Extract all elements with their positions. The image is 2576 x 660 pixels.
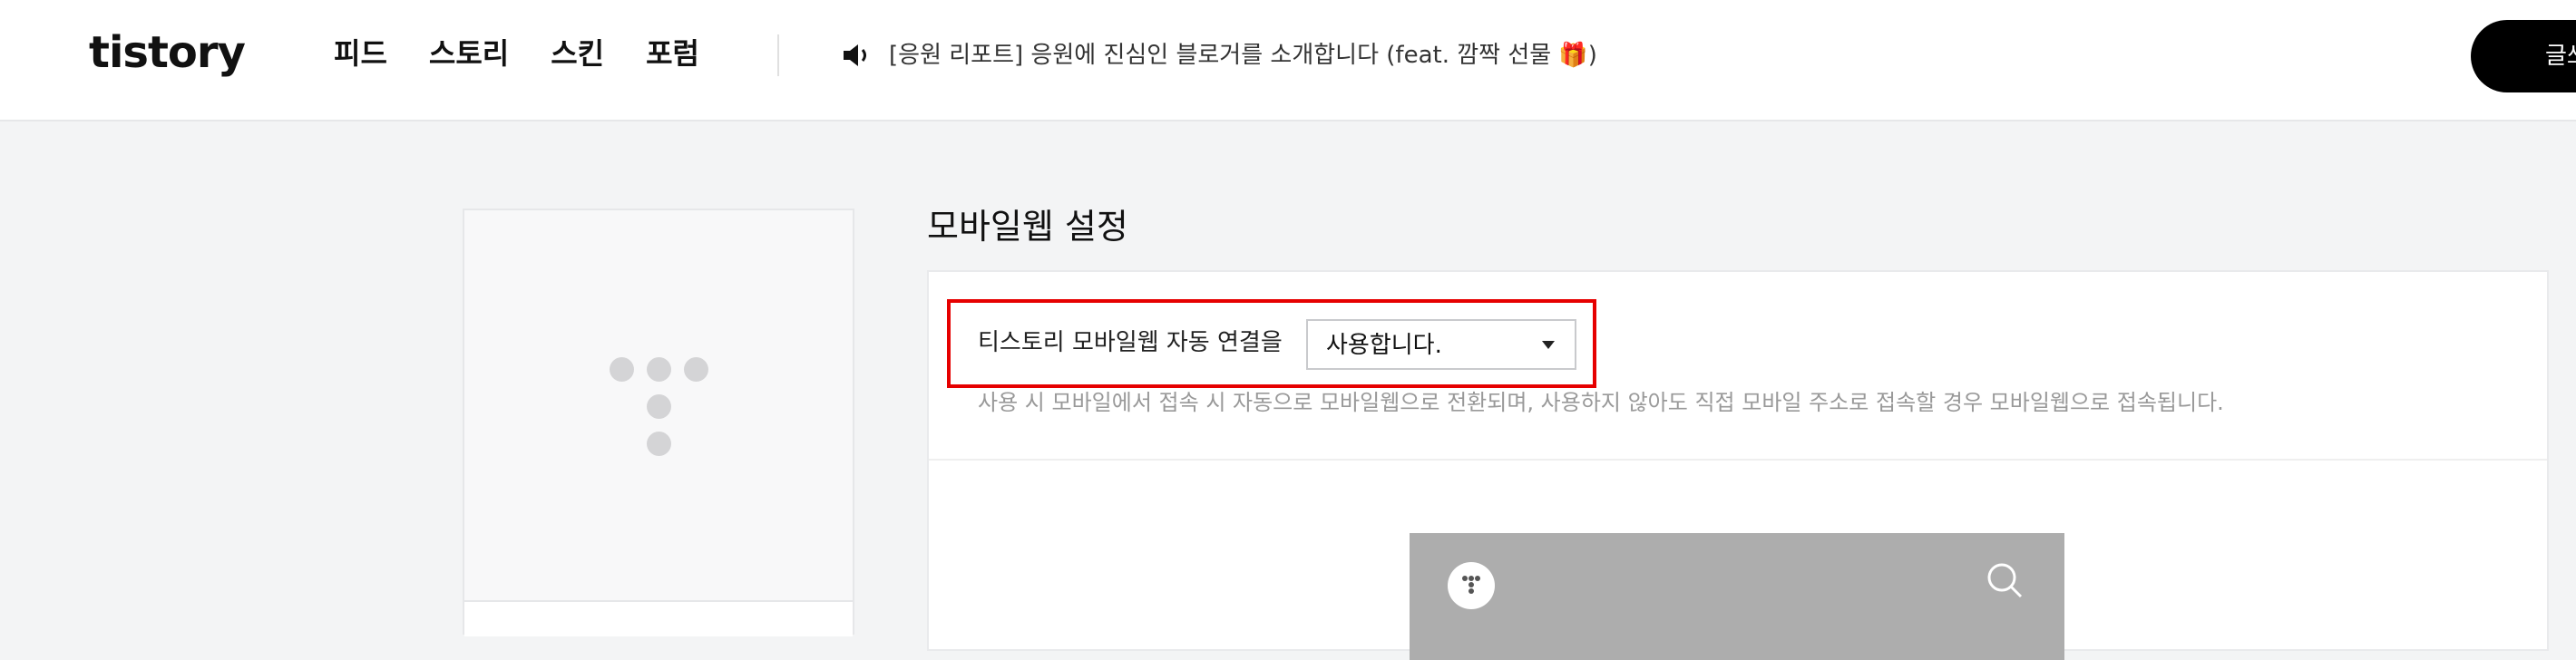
main-nav: 피드 스토리 스킨 포럼 [334,31,699,76]
speaker-icon [844,44,866,66]
notice-text: [응원 리포트] 응원에 진심인 블로거를 소개합니다 (feat. 깜짝 선물… [889,42,1597,69]
page-title: 모바일웹 설정 [927,207,1128,247]
logo-dot [1462,576,1468,581]
logo-dot [610,357,634,382]
logo-dot [1475,576,1480,581]
search-icon [1987,563,2023,598]
logo-dot [1469,582,1474,587]
logo-dot [1469,576,1474,581]
nav-item-skin[interactable]: 스킨 [551,31,604,76]
top-header: tistory 피드 스토리 스킨 포럼 [응원 리포트] 응원에 진심인 블로… [0,0,2576,121]
panel-divider [929,459,2547,461]
notice-banner[interactable]: [응원 리포트] 응원에 진심인 블로거를 소개합니다 (feat. 깜짝 선물… [842,34,1597,76]
tistory-t-icon [1448,562,1495,609]
logo-dot [647,432,671,456]
nav-item-forum[interactable]: 포럼 [646,31,699,76]
logo-dot [684,357,708,382]
mobile-preview-header [1410,533,2064,660]
blog-profile-card [463,209,854,636]
logo-dot [1469,588,1474,594]
auto-connect-label: 티스토리 모바일웹 자동 연결을 [978,329,1283,356]
blog-card-info [464,600,853,636]
nav-item-feed[interactable]: 피드 [334,31,387,76]
chevron-down-icon [1542,341,1555,349]
select-value: 사용합니다. [1326,332,1442,359]
header-divider [777,34,779,76]
logo-dot [647,357,671,382]
mobile-web-settings-panel: 티스토리 모바일웹 자동 연결을 사용합니다. 사용 시 모바일에서 접속 시 … [927,270,2549,660]
write-post-button[interactable]: 글쓰기 [2471,20,2576,92]
tistory-logo[interactable]: tistory [89,25,246,80]
nav-item-story[interactable]: 스토리 [429,31,509,76]
tistory-t-icon [610,357,709,462]
logo-dot [647,394,671,419]
auto-connect-select[interactable]: 사용합니다. [1306,319,1576,370]
help-text: 사용 시 모바일에서 접속 시 자동으로 모바일웹으로 전환되며, 사용하지 않… [978,390,2224,415]
